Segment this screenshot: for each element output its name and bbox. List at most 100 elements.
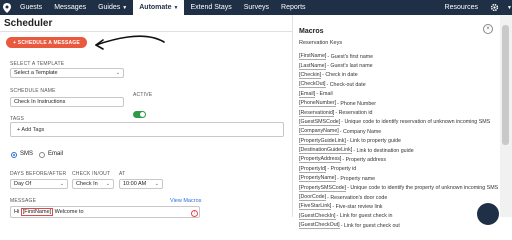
macro-item[interactable]: [Reservationid] - Reservation id: [299, 108, 499, 117]
macro-key: [GuestCheckOut]: [299, 222, 340, 230]
macro-item[interactable]: [PropertyId] - Property id: [299, 165, 499, 174]
nav-guests[interactable]: Guests: [14, 0, 48, 15]
macro-item[interactable]: [LastName] - Guest's last name: [299, 61, 499, 70]
macro-key: [PropertySMSCode]: [299, 184, 347, 192]
view-macros-link[interactable]: View Macros: [170, 198, 201, 204]
chevron-down-icon: ⌄: [154, 181, 159, 187]
nav-extend-stays[interactable]: Extend Stays: [184, 0, 237, 15]
checkinout-select[interactable]: Check In ⌄: [72, 179, 114, 189]
days-select[interactable]: Day Of ⌄: [10, 179, 68, 189]
chevron-down-icon[interactable]: ▼: [507, 5, 512, 11]
page-title: Scheduler: [4, 18, 53, 29]
sms-radio[interactable]: [11, 152, 17, 158]
macro-item[interactable]: [PropertySMSCode] - Unique code to ident…: [299, 183, 499, 192]
macro-description: - Link for guest check in: [336, 213, 393, 220]
macro-description: - Check-out date: [326, 81, 366, 88]
active-toggle[interactable]: [133, 111, 146, 118]
macro-item[interactable]: [DestinationGuideLink] - Link to destina…: [299, 146, 499, 155]
macro-item[interactable]: [Checkin] - Check in date: [299, 71, 499, 80]
schedule-name-input[interactable]: Check In Instructions: [10, 97, 124, 107]
macro-description: - Email: [316, 91, 333, 98]
macro-key: [Checkin]: [299, 71, 322, 79]
nav-resources[interactable]: Resources: [439, 0, 484, 15]
macro-key: [CompanyName]: [299, 128, 339, 136]
macro-item[interactable]: [PropertyGuideLink] - Link to property g…: [299, 137, 499, 146]
nav-automate[interactable]: Automate ▼: [133, 0, 185, 15]
macro-item[interactable]: [DoorCode] - Reservation's door code: [299, 193, 499, 202]
macro-key: [GuestSMSCode]: [299, 118, 341, 126]
macro-item[interactable]: [FiveStarLink] - Five-star review link: [299, 202, 499, 211]
days-select-value: Day Of: [14, 181, 32, 187]
reservation-keys-title: Reservation Keys: [299, 40, 343, 46]
nav-reports-label: Reports: [281, 4, 306, 11]
macro-description: - Reservation id: [335, 110, 373, 117]
checkinout-select-value: Check In: [76, 181, 98, 187]
macro-description: - Property id: [327, 166, 357, 173]
gear-icon[interactable]: [488, 0, 501, 15]
macro-item[interactable]: [CompanyName] - Company Name: [299, 127, 499, 136]
message-text: Welcome to: [53, 209, 84, 215]
email-radio-label: Email: [48, 151, 64, 157]
time-select[interactable]: 10:00 AM ⌄: [119, 179, 163, 189]
macro-description: - Phone Number: [337, 100, 376, 107]
at-label: AT: [119, 171, 126, 177]
macro-description: - Unique code to identify the property o…: [347, 185, 499, 192]
chevron-down-icon: ▼: [173, 4, 179, 11]
macros-title: Macros: [299, 28, 324, 35]
macro-description: - Reservation's door code: [327, 194, 388, 201]
message-text: Hi: [14, 209, 21, 215]
top-nav: Guests Messages Guides ▼ Automate ▼ Extend…: [0, 0, 512, 15]
chevron-down-icon: ⌄: [105, 181, 110, 187]
macro-description: - Link to property guide: [346, 138, 402, 145]
macro-key: [PropertyAddress]: [299, 156, 342, 164]
macro-item[interactable]: [PropertyAddress] - Property address: [299, 155, 499, 164]
scrollbar[interactable]: [500, 15, 512, 217]
nav-messages[interactable]: Messages: [48, 0, 92, 15]
macro-list: [FirstName] - Guest's first name [LastNam…: [299, 52, 499, 230]
tags-box[interactable]: + Add Tags: [10, 122, 284, 137]
nav-guests-label: Guests: [20, 4, 43, 11]
chevron-down-icon: ⌄: [59, 181, 64, 187]
macro-key: [GuestCheckIn]: [299, 212, 336, 220]
message-textarea[interactable]: Hi [FirstName] Welcome to: [10, 206, 200, 218]
macro-key: [FiveStarLink]: [299, 203, 332, 211]
chat-fab-button[interactable]: [477, 203, 499, 225]
add-tags-button[interactable]: + Add Tags: [17, 127, 44, 133]
logo-icon[interactable]: [0, 0, 14, 15]
schedule-message-button[interactable]: + SCHEDULE A MESSAGE: [6, 37, 87, 48]
toggle-knob: [140, 112, 145, 117]
macro-item[interactable]: [GuestSMSCode] - Unique code to identify…: [299, 118, 499, 127]
macro-description: - Five-star review link: [332, 203, 383, 210]
macro-item[interactable]: [GuestCheckIn] - Link for guest check in: [299, 212, 499, 221]
active-label: ACTIVE: [133, 92, 153, 98]
macros-panel: Macros × Reservation Keys [FirstName] - …: [292, 15, 500, 230]
nav-automate-label: Automate: [139, 4, 172, 11]
nav-surveys-label: Surveys: [243, 4, 270, 11]
macro-item[interactable]: [CheckOut] - Check-out date: [299, 80, 499, 89]
nav-surveys[interactable]: Surveys: [238, 0, 275, 15]
macro-key: [CheckOut]: [299, 81, 326, 89]
macro-item[interactable]: [FirstName] - Guest's first name: [299, 52, 499, 61]
close-icon[interactable]: ×: [483, 24, 493, 34]
nav-guides[interactable]: Guides ▼: [92, 0, 133, 15]
sms-radio-label: SMS: [20, 151, 34, 157]
macro-key: [DoorCode]: [299, 194, 327, 202]
scrollbar-thumb[interactable]: [502, 25, 509, 145]
macro-item[interactable]: [GuestCheckOut] - Link for guest check o…: [299, 221, 499, 230]
macro-key: [FirstName]: [299, 53, 327, 61]
macro-description: - Property name: [337, 175, 376, 182]
macro-item[interactable]: [PropertyName] - Property name: [299, 174, 499, 183]
macro-description: - Property address: [342, 156, 386, 163]
select-template-label: SELECT A TEMPLATE: [10, 61, 65, 67]
nav-right: Resources ▼: [439, 0, 512, 15]
divider: [0, 31, 292, 32]
email-radio[interactable]: [39, 152, 45, 158]
macro-item[interactable]: [Email] - Email: [299, 90, 499, 99]
macro-key: [PropertyId]: [299, 165, 327, 173]
schedule-name-value: Check In Instructions: [14, 99, 66, 105]
template-select[interactable]: Select a Template ⌄: [10, 68, 124, 78]
macro-item[interactable]: [PhoneNumber] - Phone Number: [299, 99, 499, 108]
nav-reports[interactable]: Reports: [275, 0, 312, 15]
annotation-arrow-icon: [95, 35, 165, 50]
macro-description: - Guest's last name: [327, 63, 373, 70]
